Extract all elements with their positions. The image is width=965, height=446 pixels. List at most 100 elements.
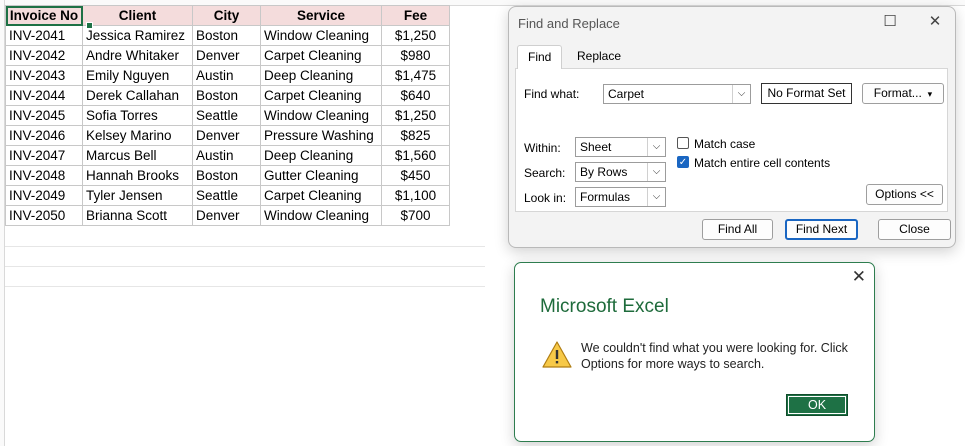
chevron-down-icon[interactable]: ⌵ [647, 163, 665, 181]
options-button[interactable]: Options << [866, 184, 943, 205]
table-cell[interactable]: Denver [192, 125, 261, 146]
table-cell[interactable]: INV-2043 [5, 65, 83, 86]
table-cell[interactable]: $1,100 [381, 185, 450, 206]
table-row: INV-2047 Marcus Bell Austin Deep Cleaning $1… [5, 145, 450, 166]
table-cell[interactable]: Hannah Brooks [82, 165, 193, 186]
table-cell[interactable]: $1,475 [381, 65, 450, 86]
table-cell[interactable]: Carpet Cleaning [260, 45, 382, 66]
within-select[interactable]: Sheet ⌵ [575, 137, 666, 157]
table-cell[interactable]: $450 [381, 165, 450, 186]
table-cell[interactable]: Denver [192, 45, 261, 66]
table-row: INV-2048 Hannah Brooks Boston Gutter Cleani… [5, 165, 450, 186]
column-header[interactable]: Invoice No [5, 5, 83, 26]
table-cell[interactable]: Jessica Ramirez [82, 25, 193, 46]
column-header[interactable]: Client [82, 5, 193, 26]
table-cell[interactable]: $1,250 [381, 25, 450, 46]
table-cell[interactable]: Marcus Bell [82, 145, 193, 166]
find-what-combo[interactable]: Carpet ⌵ [603, 84, 751, 104]
table-row: INV-2049 Tyler Jensen Seattle Carpet Cleani… [5, 185, 450, 206]
table-row: INV-2050 Brianna Scott Denver Window Cleani… [5, 205, 450, 226]
chevron-down-icon[interactable]: ⌵ [647, 138, 665, 156]
table-cell[interactable]: Carpet Cleaning [260, 185, 382, 206]
warning-icon [542, 341, 572, 368]
no-format-label: No Format Set [767, 86, 846, 100]
no-format-set-button[interactable]: No Format Set [761, 83, 852, 104]
table-cell[interactable]: Boston [192, 25, 261, 46]
table-cell[interactable]: INV-2046 [5, 125, 83, 146]
table-cell[interactable]: Sofia Torres [82, 105, 193, 126]
table-cell[interactable]: Austin [192, 145, 261, 166]
table-cell[interactable]: Boston [192, 165, 261, 186]
table-cell[interactable]: Deep Cleaning [260, 65, 382, 86]
column-header[interactable]: City [192, 5, 261, 26]
table-row: INV-2041 Jessica Ramirez Boston Window Clea… [5, 25, 450, 46]
close-icon[interactable]: ✕ [852, 267, 866, 287]
close-icon[interactable]: ✕ [924, 13, 946, 31]
chevron-down-icon[interactable]: ⌵ [732, 85, 750, 103]
table-cell[interactable]: Derek Callahan [82, 85, 193, 106]
table-cell[interactable]: Seattle [192, 185, 261, 206]
chevron-down-icon[interactable]: ⌵ [647, 188, 665, 206]
match-case-label: Match case [694, 137, 756, 151]
format-label: Format... [873, 86, 922, 100]
table-cell[interactable]: Tyler Jensen [82, 185, 193, 206]
table-cell[interactable]: $825 [381, 125, 450, 146]
table-cell[interactable]: INV-2048 [5, 165, 83, 186]
table-cell[interactable]: Austin [192, 65, 261, 86]
table-cell[interactable]: Seattle [192, 105, 261, 126]
maximize-icon[interactable]: ☐ [879, 13, 901, 31]
find-all-button[interactable]: Find All [702, 219, 773, 240]
tab-replace[interactable]: Replace [567, 45, 631, 67]
search-select[interactable]: By Rows ⌵ [575, 162, 666, 182]
table-cell[interactable]: INV-2044 [5, 85, 83, 106]
table-row: INV-2042 Andre Whitaker Denver Carpet Clean… [5, 45, 450, 66]
table-cell[interactable]: $980 [381, 45, 450, 66]
table-cell[interactable]: Brianna Scott [82, 205, 193, 226]
table-cell[interactable]: Window Cleaning [260, 205, 382, 226]
table-cell[interactable]: Gutter Cleaning [260, 165, 382, 186]
table-cell[interactable]: INV-2041 [5, 25, 83, 46]
table-row: INV-2043 Emily Nguyen Austin Deep Cleaning $… [5, 65, 450, 86]
table-row: INV-2045 Sofia Torres Seattle Window Cleani… [5, 105, 450, 126]
table-cell[interactable]: Denver [192, 205, 261, 226]
table-cell[interactable]: Carpet Cleaning [260, 85, 382, 106]
ok-label: OK [807, 398, 827, 412]
table-cell[interactable]: INV-2042 [5, 45, 83, 66]
table-cell[interactable]: INV-2050 [5, 205, 83, 226]
search-value: By Rows [580, 165, 628, 179]
table-cell[interactable]: Window Cleaning [260, 105, 382, 126]
find-what-value: Carpet [608, 87, 645, 101]
table-row: INV-2044 Derek Callahan Boston Carpet Clean… [5, 85, 450, 106]
find-replace-dialog: Find and Replace ☐ ✕ Find Replace Find w… [508, 6, 956, 248]
column-header[interactable]: Fee [381, 5, 450, 26]
look-in-select[interactable]: Formulas ⌵ [575, 187, 666, 207]
match-case-checkbox[interactable] [677, 137, 689, 149]
within-value: Sheet [580, 140, 612, 154]
table-cell[interactable]: $1,250 [381, 105, 450, 126]
table-cell[interactable]: $1,560 [381, 145, 450, 166]
table-cell[interactable]: Window Cleaning [260, 25, 382, 46]
find-next-button[interactable]: Find Next [785, 219, 858, 240]
table-row: INV-2046 Kelsey Marino Denver Pressure Wash… [5, 125, 450, 146]
table-cell[interactable]: $700 [381, 205, 450, 226]
table-cell[interactable]: Emily Nguyen [82, 65, 193, 86]
ok-button[interactable]: OK [786, 394, 848, 416]
table-cell[interactable]: Pressure Washing [260, 125, 382, 146]
format-button[interactable]: Format... ▾ [862, 83, 944, 104]
checkmark-icon: ✓ [678, 157, 688, 168]
message-text: We couldn't find what you were looking f… [581, 341, 848, 371]
table-cell[interactable]: INV-2047 [5, 145, 83, 166]
table-cell[interactable]: Boston [192, 85, 261, 106]
column-header[interactable]: Service [260, 5, 382, 26]
table-cell[interactable]: Deep Cleaning [260, 145, 382, 166]
table-cell[interactable]: INV-2049 [5, 185, 83, 206]
within-label: Within: [524, 141, 561, 155]
tab-find[interactable]: Find [517, 45, 563, 69]
close-button[interactable]: Close [878, 219, 951, 240]
fill-handle[interactable] [86, 22, 93, 29]
match-entire-checkbox[interactable]: ✓ [677, 156, 689, 168]
table-cell[interactable]: Kelsey Marino [82, 125, 193, 146]
table-cell[interactable]: $640 [381, 85, 450, 106]
table-cell[interactable]: INV-2045 [5, 105, 83, 126]
table-cell[interactable]: Andre Whitaker [82, 45, 193, 66]
